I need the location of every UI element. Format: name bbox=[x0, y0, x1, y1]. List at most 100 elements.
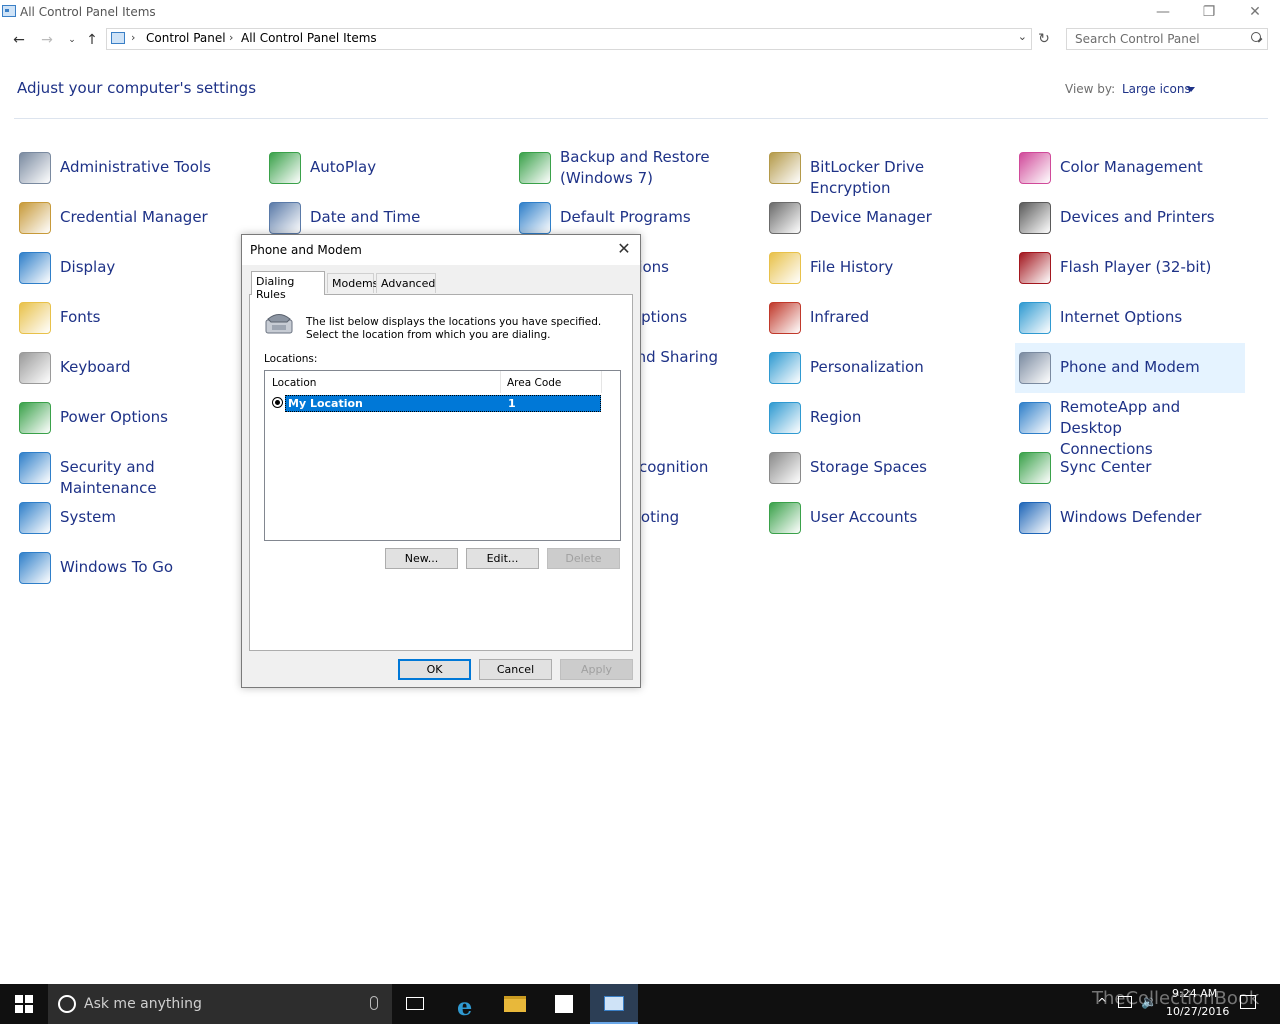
microphone-icon[interactable] bbox=[370, 996, 378, 1010]
control-panel-item[interactable]: Infrared bbox=[765, 293, 995, 343]
control-panel-item[interactable]: Administrative Tools bbox=[15, 143, 245, 193]
bitlocker-icon bbox=[769, 152, 801, 184]
breadcrumb-control-panel[interactable]: Control Panel bbox=[146, 31, 226, 45]
network-icon[interactable] bbox=[1118, 996, 1132, 1008]
minimize-button[interactable]: — bbox=[1140, 0, 1186, 24]
breadcrumb-all-items[interactable]: All Control Panel Items bbox=[241, 31, 377, 45]
control-panel-item[interactable]: Region bbox=[765, 393, 995, 443]
control-panel-item[interactable]: Device Manager bbox=[765, 193, 995, 243]
control-panel-item-label: Power Options bbox=[60, 408, 168, 426]
cortana-search-box[interactable]: Ask me anything bbox=[48, 984, 392, 1024]
control-panel-item[interactable]: Security and Maintenance bbox=[15, 443, 245, 497]
printer-icon bbox=[1019, 202, 1051, 234]
control-panel-item-label: Personalization bbox=[810, 358, 924, 376]
control-panel-item-label: AutoPlay bbox=[310, 158, 377, 176]
show-hidden-icons-button[interactable]: ^ bbox=[1097, 996, 1107, 1010]
search-icon bbox=[1251, 32, 1261, 42]
control-panel-item[interactable]: File History bbox=[765, 243, 995, 293]
default-programs-icon bbox=[519, 202, 551, 234]
forward-button[interactable]: → bbox=[37, 30, 57, 50]
cortana-icon bbox=[58, 995, 76, 1013]
display-icon bbox=[19, 252, 51, 284]
control-panel-item[interactable]: System bbox=[15, 493, 245, 543]
control-panel-item[interactable]: BitLocker Drive Encryption bbox=[765, 143, 995, 197]
control-panel-item[interactable]: Color Management bbox=[1015, 143, 1245, 193]
column-header-location[interactable]: Location bbox=[265, 371, 501, 393]
table-row[interactable]: My Location 1 bbox=[285, 395, 601, 412]
edge-button[interactable]: e bbox=[443, 984, 491, 1024]
backup-icon bbox=[519, 152, 551, 184]
store-icon bbox=[555, 995, 573, 1013]
control-panel-item[interactable]: Credential Manager bbox=[15, 193, 245, 243]
apply-button[interactable]: Apply bbox=[560, 659, 633, 680]
control-panel-item[interactable]: Internet Options bbox=[1015, 293, 1245, 343]
control-panel-item[interactable]: Phone and Modem bbox=[1015, 343, 1245, 393]
ok-button[interactable]: OK bbox=[398, 659, 471, 680]
volume-icon[interactable]: 🔉 bbox=[1141, 995, 1157, 1010]
flash-icon bbox=[1019, 252, 1051, 284]
cancel-button[interactable]: Cancel bbox=[479, 659, 552, 680]
column-header-area-code[interactable]: Area Code bbox=[501, 371, 602, 393]
folder-icon bbox=[504, 996, 526, 1012]
control-panel-item[interactable]: Personalization bbox=[765, 343, 995, 393]
file-explorer-button[interactable] bbox=[491, 984, 539, 1024]
control-panel-item[interactable]: Storage Spaces bbox=[765, 443, 995, 493]
chevron-down-icon[interactable]: ⌄ bbox=[1018, 30, 1027, 43]
control-panel-item-label: User Accounts bbox=[810, 508, 918, 526]
new-location-button[interactable]: New... bbox=[385, 548, 458, 569]
edit-location-button[interactable]: Edit... bbox=[466, 548, 539, 569]
refresh-button[interactable]: ↻ bbox=[1035, 29, 1053, 49]
control-panel-item[interactable]: Display bbox=[15, 243, 245, 293]
store-button[interactable] bbox=[540, 984, 588, 1024]
search-placeholder: Search Control Panel bbox=[1075, 32, 1200, 46]
control-panel-icon bbox=[2, 5, 16, 17]
windows-logo-icon bbox=[25, 1005, 33, 1013]
clock-date[interactable]: 10/27/2016 bbox=[1166, 1005, 1229, 1018]
control-panel-item[interactable]: Sync Center bbox=[1015, 443, 1245, 493]
control-panel-item[interactable]: Windows Defender bbox=[1015, 493, 1245, 543]
control-panel-item-label: Credential Manager bbox=[60, 208, 208, 226]
task-view-button[interactable] bbox=[392, 984, 440, 1024]
search-input[interactable]: Search Control Panel bbox=[1066, 28, 1268, 50]
control-panel-item[interactable]: Backup and Restore (Windows 7) bbox=[515, 143, 745, 193]
control-panel-item[interactable]: Power Options bbox=[15, 393, 245, 443]
control-panel-item[interactable]: AutoPlay bbox=[265, 143, 495, 193]
control-panel-item[interactable]: Keyboard bbox=[15, 343, 245, 393]
tab-dialing-rules[interactable]: Dialing Rules bbox=[251, 271, 325, 301]
tab-advanced[interactable]: Advanced bbox=[376, 273, 436, 293]
control-panel-item-label: Windows Defender bbox=[1060, 508, 1202, 526]
delete-location-button[interactable]: Delete bbox=[547, 548, 620, 569]
clock-time[interactable]: 9:24 AM bbox=[1172, 987, 1217, 1000]
view-by-dropdown[interactable]: Large icons bbox=[1122, 82, 1191, 96]
control-panel-item[interactable]: Windows To Go bbox=[15, 543, 245, 593]
control-panel-item[interactable]: Devices and Printers bbox=[1015, 193, 1245, 243]
control-panel-item-label: File History bbox=[810, 258, 894, 276]
control-panel-item[interactable]: Fonts bbox=[15, 293, 245, 343]
control-panel-item[interactable]: RemoteApp and Desktop Connections bbox=[1015, 393, 1245, 458]
tab-modems[interactable]: Modems bbox=[327, 273, 378, 293]
dialog-close-button[interactable]: ✕ bbox=[614, 239, 634, 259]
color-management-icon bbox=[1019, 152, 1051, 184]
edge-icon: e bbox=[457, 992, 473, 1021]
control-panel-taskbar-button[interactable] bbox=[590, 984, 638, 1024]
back-button[interactable]: ← bbox=[9, 30, 29, 50]
storage-icon bbox=[769, 452, 801, 484]
control-panel-icon bbox=[604, 996, 624, 1011]
locations-list[interactable]: Location Area Code My Location 1 bbox=[264, 370, 621, 541]
control-panel-item-label: Administrative Tools bbox=[60, 158, 211, 176]
control-panel-item[interactable]: User Accounts bbox=[765, 493, 995, 543]
control-panel-item[interactable]: Flash Player (32-bit) bbox=[1015, 243, 1245, 293]
dialing-rules-panel: The list below displays the locations yo… bbox=[249, 294, 633, 651]
action-center-icon[interactable] bbox=[1240, 995, 1256, 1009]
control-panel-item-label: Storage Spaces bbox=[810, 458, 927, 476]
selected-location-radio[interactable] bbox=[272, 397, 283, 408]
up-button[interactable]: ↑ bbox=[82, 30, 102, 50]
recent-locations-button[interactable]: ⌄ bbox=[62, 30, 82, 50]
page-title: Adjust your computer's settings bbox=[17, 79, 257, 97]
control-panel-item-label: Display bbox=[60, 258, 116, 276]
start-button[interactable] bbox=[0, 984, 48, 1024]
control-panel-item-label: Sync Center bbox=[1060, 458, 1152, 476]
close-button[interactable]: ✕ bbox=[1232, 0, 1278, 24]
restore-button[interactable]: ❐ bbox=[1186, 0, 1232, 24]
address-bar[interactable]: › Control Panel › All Control Panel Item… bbox=[106, 28, 1032, 50]
